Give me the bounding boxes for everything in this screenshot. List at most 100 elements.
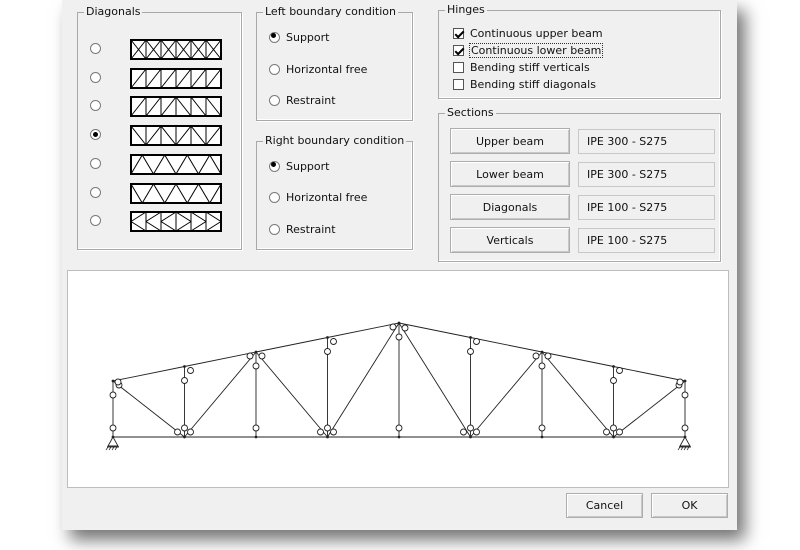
left-horizontal-free-radio[interactable]: Horizontal free bbox=[269, 63, 367, 76]
diagonals-group: Diagonals bbox=[77, 5, 242, 250]
bottom-hinge bbox=[330, 428, 337, 436]
diagonal-pattern-x-all-icon[interactable] bbox=[130, 39, 222, 60]
right-horizontal-free-radio-dot[interactable] bbox=[269, 192, 280, 203]
hinge-checkbox[interactable] bbox=[453, 28, 464, 39]
diagonal-option-x-all-radio[interactable] bbox=[90, 43, 101, 54]
diagonal-member bbox=[470, 351, 543, 438]
top-hinge bbox=[330, 338, 337, 345]
hinge-continuous-upper-beam[interactable]: Continuous upper beam bbox=[453, 27, 603, 40]
diagonal-pattern-n-pattern-icon[interactable] bbox=[130, 96, 222, 118]
diagonal-option-single-diagonals-radio[interactable] bbox=[90, 71, 101, 83]
vertical-hinge bbox=[181, 377, 188, 384]
vertical-hinge bbox=[324, 424, 331, 432]
hinge-bending-stiff-diagonals[interactable]: Bending stiff diagonals bbox=[453, 78, 596, 91]
right-restraint-label: Restraint bbox=[286, 223, 336, 236]
vertical-hinge bbox=[324, 348, 331, 355]
hinge-checkbox[interactable] bbox=[453, 79, 464, 90]
lower-beam-section-field: IPE 300 - S275 bbox=[578, 162, 715, 187]
top-hinge bbox=[616, 367, 623, 374]
vertical-hinge bbox=[109, 391, 117, 399]
top-chord-segment bbox=[470, 337, 543, 353]
verticals-section-field: IPE 100 - S275 bbox=[578, 228, 715, 253]
vertical-hinge bbox=[467, 424, 474, 432]
node-dot bbox=[254, 350, 258, 354]
node-dot bbox=[397, 321, 401, 325]
top-hinge bbox=[389, 323, 397, 331]
diagonal-member bbox=[255, 351, 328, 438]
verticals-button[interactable]: Verticals bbox=[450, 227, 570, 253]
hinge-bending-stiff-verticals[interactable]: Bending stiff verticals bbox=[453, 61, 590, 74]
right-boundary-group: Right boundary condition Support Horizon… bbox=[256, 134, 413, 250]
left-horizontal-free-label: Horizontal free bbox=[286, 63, 368, 76]
diagonal-pattern-single-diagonals-icon[interactable] bbox=[130, 67, 222, 89]
top-hinge bbox=[114, 378, 122, 386]
node-dot bbox=[540, 435, 544, 439]
right-support-radio-dot[interactable] bbox=[269, 161, 280, 172]
diagonals-button[interactable]: Diagonals bbox=[450, 194, 570, 220]
bottom-hinge bbox=[603, 428, 610, 436]
node-dot bbox=[326, 336, 329, 339]
upper-beam-button[interactable]: Upper beam bbox=[450, 128, 570, 154]
diagonal-option-n-pattern-radio[interactable] bbox=[90, 100, 101, 112]
diagonal-pattern-k-pattern-icon[interactable] bbox=[130, 211, 222, 233]
hinges-title: Hinges bbox=[445, 3, 487, 16]
top-chord-segment bbox=[613, 366, 686, 382]
left-support-label: Support bbox=[286, 31, 330, 44]
hinge-label: Bending stiff verticals bbox=[470, 61, 590, 74]
diagonal-option-k-pattern-radio[interactable] bbox=[90, 215, 101, 227]
diagonal-member bbox=[327, 322, 400, 438]
sections-group: Sections Upper beam IPE 300 - S275 Lower… bbox=[438, 106, 721, 262]
hinge-continuous-lower-beam[interactable]: Continuous lower beam bbox=[453, 43, 604, 58]
vertical-hinge bbox=[681, 391, 689, 399]
diagonal-pattern-v-alternating-icon[interactable] bbox=[130, 125, 222, 147]
left-restraint-radio[interactable]: Restraint bbox=[269, 94, 336, 107]
top-chord-segment bbox=[398, 322, 471, 338]
vertical-hinge bbox=[395, 424, 403, 432]
truss-drawing bbox=[105, 321, 691, 451]
right-restraint-radio-dot[interactable] bbox=[269, 224, 280, 235]
sections-title: Sections bbox=[445, 106, 496, 119]
node-dot bbox=[326, 435, 329, 439]
vertical-hinge bbox=[109, 424, 117, 432]
lower-beam-button[interactable]: Lower beam bbox=[450, 161, 570, 187]
vertical-hinge bbox=[681, 424, 689, 432]
node-dot bbox=[469, 435, 472, 439]
diagonal-option-v-alternating-radio[interactable] bbox=[90, 129, 101, 141]
left-horizontal-free-radio-dot[interactable] bbox=[269, 64, 280, 75]
left-boundary-title: Left boundary condition bbox=[263, 5, 398, 18]
ok-button[interactable]: OK bbox=[651, 493, 728, 518]
node-dot bbox=[612, 365, 615, 368]
right-support-radio[interactable]: Support bbox=[269, 160, 329, 173]
top-hinge bbox=[676, 378, 684, 386]
top-chord-segment bbox=[327, 322, 400, 338]
right-horizontal-free-radio[interactable]: Horizontal free bbox=[269, 191, 367, 204]
left-support-radio-dot[interactable] bbox=[269, 32, 280, 43]
left-restraint-radio-dot[interactable] bbox=[269, 95, 280, 106]
diagonal-member bbox=[398, 322, 471, 438]
left-support-radio[interactable]: Support bbox=[269, 31, 329, 44]
cancel-button[interactable]: Cancel bbox=[566, 493, 643, 518]
vertical-hinge bbox=[467, 348, 474, 355]
hinge-checkbox[interactable] bbox=[453, 62, 464, 73]
diagonal-pattern-warren-inverted-icon[interactable] bbox=[130, 182, 222, 204]
right-support-icon bbox=[677, 436, 691, 451]
top-hinge bbox=[246, 352, 254, 360]
right-restraint-radio[interactable]: Restraint bbox=[269, 223, 336, 236]
diagonal-pattern-warren-icon[interactable] bbox=[130, 153, 222, 175]
diagonals-section-field: IPE 100 - S275 bbox=[578, 195, 715, 220]
node-dot bbox=[254, 435, 258, 439]
top-hinge bbox=[544, 352, 552, 360]
diagonal-option-warren-radio[interactable] bbox=[90, 157, 101, 169]
hinge-checkbox[interactable] bbox=[453, 45, 464, 56]
diagonals-group-title: Diagonals bbox=[84, 5, 143, 18]
vertical-hinge bbox=[538, 424, 546, 432]
bottom-hinge bbox=[187, 428, 194, 436]
top-hinge bbox=[401, 324, 409, 332]
node-dot bbox=[540, 350, 544, 354]
upper-beam-section-field: IPE 300 - S275 bbox=[578, 129, 715, 154]
top-hinge bbox=[187, 367, 194, 374]
diagonal-option-warren-inverted-radio[interactable] bbox=[90, 186, 101, 198]
top-hinge bbox=[258, 352, 266, 360]
bottom-hinge bbox=[616, 428, 623, 436]
truss-preview bbox=[67, 270, 729, 488]
